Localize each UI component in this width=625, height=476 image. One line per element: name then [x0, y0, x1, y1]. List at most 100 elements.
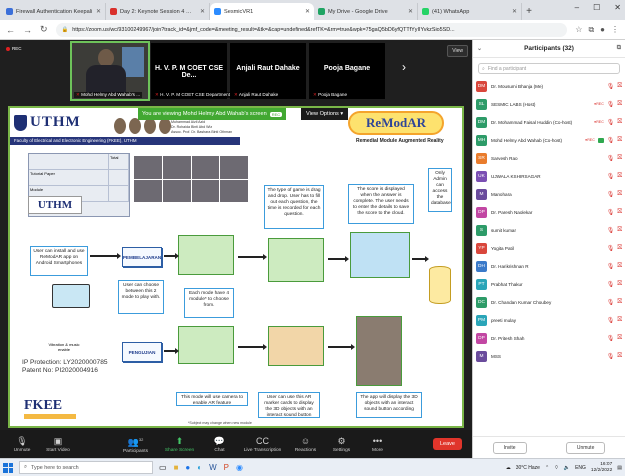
arrow-2: [164, 253, 179, 259]
avatar: YP: [476, 242, 487, 254]
menu-icon[interactable]: ⋮: [611, 25, 619, 35]
participant-name: Dr. Paresh Naolekar: [491, 209, 533, 215]
participant-row[interactable]: PM preeti mulay 🎙 ⛝: [476, 311, 622, 329]
bookmark-star-icon[interactable]: ☆: [575, 25, 582, 35]
maximize-button[interactable]: ☐: [593, 3, 600, 12]
participant-row[interactable]: SL SESMIC LABS (Host) ●REC 🎙 ⛝: [476, 95, 622, 113]
video-off-icon: ⛝: [617, 190, 622, 197]
unmute-button[interactable]: 🎙 Unmute: [4, 436, 40, 453]
more-button[interactable]: ••• More: [360, 436, 396, 453]
settings-button[interactable]: ⚙ Settings: [324, 436, 360, 453]
leave-button[interactable]: Leave: [433, 438, 462, 450]
participant-row[interactable]: DM Dr. Mousumi Bhanja (Me) 🎙 ⛝: [476, 77, 622, 95]
participants-button[interactable]: 👥32 Participants: [114, 435, 158, 454]
popout-icon[interactable]: ⧉: [617, 45, 621, 52]
share-screen-button[interactable]: ⬆ Share Screen: [158, 436, 202, 453]
participants-panel: ⌄ Participants (32) ⧉ ⌕ Find a participa…: [472, 40, 625, 458]
participant-row[interactable]: PT Prabhat Thakur 🎙 ⛝: [476, 275, 622, 293]
profile-icon[interactable]: ●: [600, 25, 605, 35]
arrow-4: [328, 256, 349, 262]
close-tab-icon[interactable]: ✕: [512, 8, 517, 15]
minimize-button[interactable]: –: [575, 3, 579, 12]
next-tiles-arrow-icon[interactable]: ›: [402, 60, 406, 74]
participant-row[interactable]: MH Mohd Helmy Abd Wahab (Co-host) ●REC 🎙 ⛝: [476, 131, 622, 149]
chat-button[interactable]: 💬 Chat: [202, 436, 238, 453]
avatar: DP: [476, 206, 487, 218]
participant-row[interactable]: M Manohara 🎙 ⛝: [476, 185, 622, 203]
start-video-button[interactable]: ▣ Start Video: [40, 436, 76, 453]
windows-start-icon[interactable]: [3, 462, 13, 473]
extensions-icon[interactable]: ⧉: [588, 25, 594, 35]
participant-row[interactable]: YP Yogita Patil 🎙 ⛝: [476, 239, 622, 257]
close-tab-icon[interactable]: ✕: [408, 8, 413, 15]
weather-icon[interactable]: ☁: [506, 465, 511, 471]
video-tile[interactable]: Pooja Bagane ✕ Pooja Bagane: [309, 43, 385, 99]
participant-row[interactable]: DM Dr. Mohammad Faisal Huddin (Co-host) ●R…: [476, 113, 622, 131]
participants-title: Participants (32): [524, 45, 574, 52]
edge-icon[interactable]: ◐: [197, 463, 202, 472]
video-tile[interactable]: ✕ Mohd Helmy Abd Wahab's ...: [70, 41, 150, 101]
volume-icon[interactable]: 🔈: [564, 465, 570, 471]
avatar: PT: [476, 278, 487, 290]
reload-icon[interactable]: ↻: [40, 24, 48, 35]
view-button[interactable]: View: [447, 45, 468, 57]
participant-row[interactable]: DC Dr. Chandan Kumar Choubey 🎙 ⛝: [476, 293, 622, 311]
language-indicator[interactable]: ENG: [575, 465, 586, 471]
participant-row[interactable]: DP Dr. Pritesh Shah 🎙 ⛝: [476, 329, 622, 347]
muted-icon: ✕: [155, 92, 159, 97]
participant-row[interactable]: SR Sarvesh Rao 🎙 ⛝: [476, 149, 622, 167]
forward-icon[interactable]: →: [23, 25, 32, 35]
invite-button[interactable]: Invite: [492, 441, 527, 454]
powerpoint-icon[interactable]: P: [224, 463, 229, 472]
browser-tab[interactable]: Firewall Authentication Keepali ✕: [2, 3, 106, 20]
avatar: S: [476, 224, 487, 236]
participant-row[interactable]: M MSS 🎙 ⛝: [476, 347, 622, 365]
back-icon[interactable]: ←: [6, 25, 15, 35]
tile-name: Pooja Bagane: [323, 65, 371, 72]
participant-row[interactable]: DH Dr. Harikrishnan R 🎙 ⛝: [476, 257, 622, 275]
arrow-5: [412, 256, 429, 262]
smiley-icon: ☺: [300, 435, 311, 446]
task-view-icon[interactable]: ▭: [159, 463, 167, 472]
clock[interactable]: 16:07 12/2/2022: [591, 462, 612, 474]
muted-icon: ✕: [234, 92, 238, 97]
avatar: PM: [476, 314, 487, 326]
notification-icon[interactable]: ▤: [617, 465, 622, 471]
tray-chevron-icon[interactable]: ⌃: [545, 465, 549, 471]
video-tile[interactable]: H. V. P. M COET CSE De... ✕ H. V. P. M CO…: [151, 43, 233, 99]
reactions-button[interactable]: ☺ Reactions: [288, 436, 324, 453]
learning-screen-1: [178, 235, 234, 275]
live-transcription-button[interactable]: CC Live Transcription: [238, 436, 288, 453]
collapse-icon[interactable]: ⌄: [477, 45, 482, 52]
browser-tab[interactable]: (41) WhatsApp ✕: [418, 3, 522, 20]
participant-row[interactable]: DP Dr. Paresh Naolekar 🎙 ⛝: [476, 203, 622, 221]
mute-unmute-all-button[interactable]: Unmute: [565, 441, 606, 454]
participant-name: Dr. Pritesh Shah: [491, 335, 525, 341]
close-tab-icon[interactable]: ✕: [200, 8, 205, 15]
chrome-icon[interactable]: ●: [185, 463, 190, 472]
callout-admin: Only Admin can access the database: [428, 168, 452, 212]
browser-tab[interactable]: My Drive - Google Drive ✕: [314, 3, 418, 20]
windows-taskbar: ⌕ Type here to search ▭ ■ ● ◐ W P ◉ ☁ 30…: [0, 458, 625, 476]
network-icon[interactable]: ⌔: [554, 465, 559, 471]
close-tab-icon[interactable]: ✕: [305, 8, 310, 15]
taskbar-search[interactable]: ⌕ Type here to search: [19, 461, 153, 474]
participant-row[interactable]: Ssumit kumar 🎙 ⛝: [476, 221, 622, 239]
file-explorer-icon[interactable]: ■: [174, 463, 179, 472]
zoom-app-icon[interactable]: ◉: [236, 463, 243, 472]
faculty-bar: Faculty of Electrical and Electronic Eng…: [10, 137, 240, 145]
browser-tab[interactable]: Day 2: Keynote Session 4 @ 2.3 ✕: [106, 3, 210, 20]
recording-badge: ●REC: [594, 102, 604, 106]
close-window-button[interactable]: ✕: [614, 3, 621, 12]
browser-tab[interactable]: SesmicVR1 ✕: [210, 3, 314, 20]
participant-row[interactable]: UK UJWALA KSHIRSAGAR 🎙 ⛝: [476, 167, 622, 185]
participant-search[interactable]: ⌕ Find a participant: [478, 63, 620, 74]
view-options-button[interactable]: View Options ▾: [301, 108, 349, 120]
url-field[interactable]: 🔒 https://zoom.us/wc/93100249967/join?tr…: [55, 22, 568, 37]
video-tile[interactable]: Anjali Raut Dahake ✕ Anjali Raut Dahake: [230, 43, 306, 99]
muted-icon: ✕: [76, 92, 80, 97]
word-icon[interactable]: W: [209, 463, 217, 472]
search-icon: ⌕: [24, 464, 28, 470]
new-tab-button[interactable]: +: [522, 3, 536, 20]
close-tab-icon[interactable]: ✕: [96, 8, 101, 15]
